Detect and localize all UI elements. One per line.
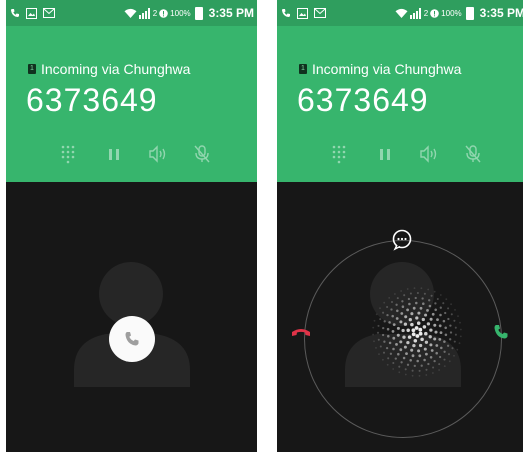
signal-icon: [138, 7, 150, 19]
answer-call-button[interactable]: [109, 316, 155, 362]
phone-icon: [125, 332, 139, 346]
battery-percent: 100%: [441, 8, 462, 18]
status-time: 3:35 PM: [208, 6, 254, 20]
speaker-icon[interactable]: [417, 142, 441, 166]
incoming-call-screen-swiping: 2 100% 3:35 PM 1 Incoming via Chunghwa 6…: [277, 0, 523, 452]
call-body: [6, 182, 257, 452]
call-controls: [277, 142, 523, 170]
sim-slot-badge: 1: [299, 64, 307, 74]
decline-call-icon[interactable]: [290, 326, 312, 340]
dialpad-icon[interactable]: [56, 142, 80, 166]
sim-alert-icon: [159, 8, 168, 18]
incoming-via-row: 1 Incoming via Chunghwa: [299, 61, 461, 77]
image-notification-icon: [26, 7, 37, 19]
status-bar: 2 100% 3:35 PM: [277, 0, 523, 26]
call-header: 1 Incoming via Chunghwa 6373649: [277, 26, 523, 182]
incoming-via-label: Incoming via Chunghwa: [312, 61, 462, 77]
caller-number: 6373649: [297, 82, 429, 118]
status-time: 3:35 PM: [479, 6, 523, 20]
gmail-notification-icon: [314, 8, 326, 18]
call-body: [277, 182, 523, 452]
hold-icon[interactable]: [102, 142, 126, 166]
status-bar: 2 100% 3:35 PM: [6, 0, 257, 26]
signal-icon: [409, 7, 421, 19]
call-controls: [6, 142, 257, 170]
mute-icon[interactable]: [461, 142, 485, 166]
phone-notification-icon: [282, 9, 290, 17]
mute-icon[interactable]: [190, 142, 214, 166]
wifi-icon: [395, 8, 408, 18]
battery-icon: [194, 6, 203, 20]
caller-number: 6373649: [26, 82, 158, 118]
phone-notification-icon: [11, 9, 19, 17]
battery-icon: [465, 6, 474, 20]
reply-with-message-icon[interactable]: [391, 229, 413, 251]
accept-call-icon[interactable]: [492, 323, 510, 341]
speaker-icon[interactable]: [146, 142, 170, 166]
call-header: 1 Incoming via Chunghwa 6373649: [6, 26, 257, 182]
image-notification-icon: [297, 7, 308, 19]
incoming-call-screen: 2 100% 3:35 PM 1 Incoming via Chunghwa 6…: [6, 0, 257, 452]
signal-secondary-label: 2: [152, 8, 158, 18]
swipe-handle-glow[interactable]: [367, 282, 467, 382]
signal-secondary-label: 2: [423, 8, 429, 18]
battery-percent: 100%: [170, 8, 191, 18]
dialpad-icon[interactable]: [327, 142, 351, 166]
sim-slot-badge: 1: [28, 64, 36, 74]
gmail-notification-icon: [43, 8, 55, 18]
sim-alert-icon: [430, 8, 439, 18]
incoming-via-row: 1 Incoming via Chunghwa: [28, 61, 190, 77]
incoming-via-label: Incoming via Chunghwa: [41, 61, 191, 77]
wifi-icon: [124, 8, 137, 18]
hold-icon[interactable]: [373, 142, 397, 166]
